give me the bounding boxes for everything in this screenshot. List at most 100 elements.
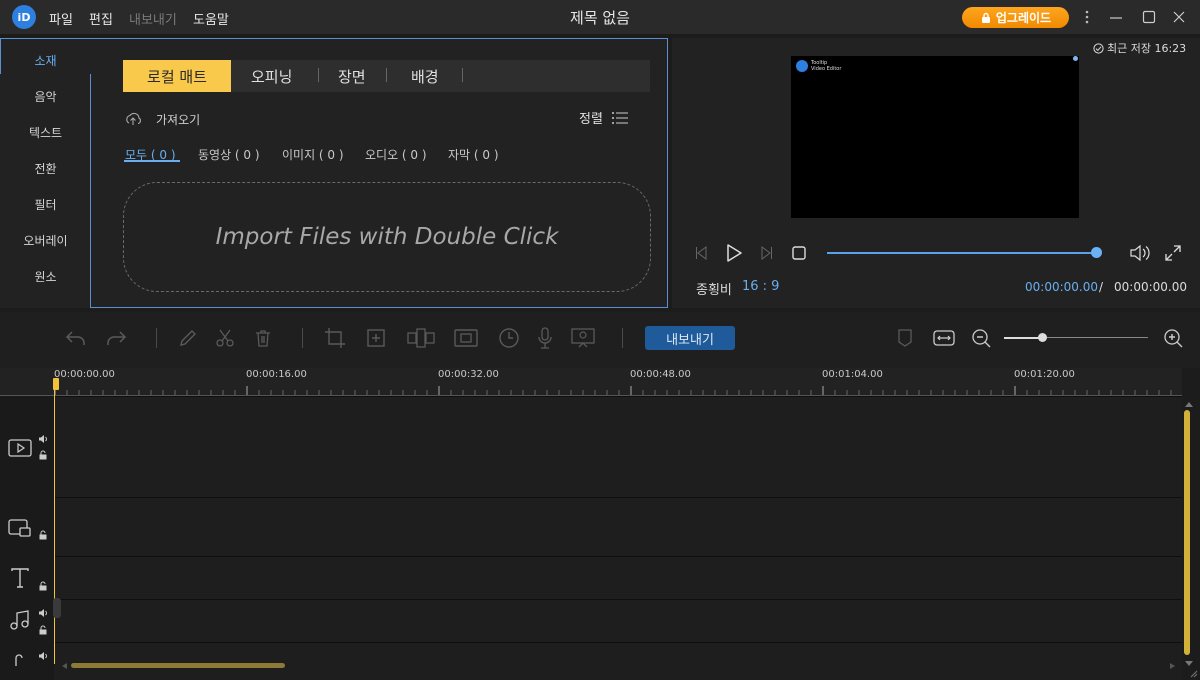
crop-icon[interactable]: [323, 326, 347, 350]
pip-track-icon: [8, 516, 32, 540]
import-button[interactable]: 가져오기: [124, 110, 200, 128]
zoom-frame-icon[interactable]: [364, 326, 388, 350]
screen-resize-handle[interactable]: [1073, 56, 1078, 61]
preview-screen[interactable]: [791, 56, 1079, 218]
overlay-track[interactable]: [0, 497, 1182, 556]
seek-knob[interactable]: [1091, 247, 1102, 258]
horizontal-scrollbar[interactable]: [71, 663, 285, 668]
watermark-text: Tooltip Video Editor: [811, 60, 841, 72]
side-tab-element[interactable]: 원소: [0, 268, 91, 285]
next-frame-icon[interactable]: [756, 243, 776, 263]
marker-icon[interactable]: [893, 326, 917, 350]
aspect-ratio-value[interactable]: 16 : 9: [742, 279, 779, 294]
minimize-icon[interactable]: [1107, 8, 1125, 26]
ruler-label: 00:01:04.00: [822, 369, 883, 380]
speaker-icon[interactable]: [38, 651, 48, 661]
seek-bar[interactable]: [827, 252, 1097, 254]
scroll-right-arrow-icon[interactable]: [1169, 662, 1177, 670]
total-time: 00:00:00.00: [1114, 280, 1187, 294]
import-dropzone[interactable]: Import Files with Double Click: [123, 182, 651, 292]
toolbar-divider: [622, 328, 623, 348]
fullscreen-icon[interactable]: [1163, 243, 1183, 263]
tab-opening[interactable]: 오피닝: [251, 66, 292, 87]
text-track-icon: [8, 566, 32, 590]
tab-divider: [462, 68, 463, 82]
unlock-icon[interactable]: [38, 625, 48, 635]
more-options-icon[interactable]: [1078, 8, 1096, 26]
side-tab-filter[interactable]: 필터: [0, 196, 91, 213]
current-time: 00:00:00.00: [1025, 280, 1098, 294]
ruler-label: 00:00:16.00: [246, 369, 307, 380]
scroll-up-arrow-icon[interactable]: [1184, 400, 1194, 408]
undo-icon[interactable]: [64, 326, 88, 350]
unlock-icon[interactable]: [38, 581, 48, 591]
tab-divider: [318, 68, 319, 82]
unlock-icon[interactable]: [38, 530, 48, 540]
scroll-down-arrow-icon[interactable]: [1184, 660, 1194, 668]
lock-icon: [980, 12, 992, 24]
audio-track[interactable]: [0, 642, 1182, 680]
sort-label: 정렬: [579, 112, 603, 127]
tab-background[interactable]: 배경: [411, 66, 439, 87]
mosaic-icon[interactable]: [406, 326, 436, 350]
side-tab-music[interactable]: 음악: [0, 88, 91, 105]
zoom-in-icon[interactable]: [1161, 326, 1185, 350]
sort-list-icon: [611, 111, 629, 125]
filter-image[interactable]: 이미지 ( 0 ): [282, 146, 344, 163]
scroll-left-arrow-icon[interactable]: [60, 662, 68, 670]
ruler-label: 00:00:48.00: [630, 369, 691, 380]
music-track[interactable]: [0, 599, 1182, 642]
filter-active-underline: [124, 160, 180, 162]
export-button[interactable]: 내보내기: [645, 326, 735, 350]
tab-local-matte[interactable]: 로컬 매트: [123, 60, 231, 92]
freeze-frame-icon[interactable]: [454, 326, 478, 350]
watermark-line2: Video Editor: [811, 66, 842, 72]
side-tab-media[interactable]: 소재: [0, 52, 91, 69]
zoom-out-icon[interactable]: [969, 326, 993, 350]
save-status-text: 최근 저장 16:23: [1107, 42, 1187, 55]
trash-icon[interactable]: [251, 326, 275, 350]
fit-timeline-icon[interactable]: [932, 326, 956, 350]
side-tab-transition[interactable]: 전환: [0, 160, 91, 177]
stop-icon[interactable]: [789, 243, 809, 263]
playhead-handle[interactable]: [53, 378, 59, 390]
side-tab-overlay[interactable]: 오버레이: [0, 232, 91, 249]
filter-audio[interactable]: 오디오 ( 0 ): [365, 146, 427, 163]
playhead-line[interactable]: [54, 388, 55, 664]
volume-icon[interactable]: [1128, 243, 1152, 263]
text-track[interactable]: [0, 556, 1182, 599]
video-track[interactable]: [0, 396, 1182, 497]
redo-icon[interactable]: [104, 326, 128, 350]
ruler-label: 00:01:20.00: [1014, 369, 1075, 380]
unlock-icon[interactable]: [38, 450, 48, 460]
speaker-icon[interactable]: [38, 434, 48, 444]
dropzone-text: Import Files with Double Click: [215, 224, 559, 250]
filter-video[interactable]: 동영상 ( 0 ): [198, 146, 260, 163]
prev-frame-icon[interactable]: [692, 243, 712, 263]
save-status: 최근 저장 16:23: [1093, 40, 1186, 56]
track-resize-handle[interactable]: [53, 598, 61, 618]
screen-record-icon[interactable]: [571, 326, 595, 350]
edit-pencil-icon[interactable]: [176, 326, 200, 350]
speaker-icon[interactable]: [38, 608, 48, 618]
speed-clock-icon[interactable]: [497, 326, 521, 350]
zoom-slider-knob[interactable]: [1038, 333, 1047, 342]
sort-button[interactable]: 정렬: [579, 108, 629, 127]
play-icon[interactable]: [724, 243, 744, 263]
audio-track-icon: [8, 652, 32, 666]
filter-subtitle[interactable]: 자막 ( 0 ): [448, 146, 499, 163]
upgrade-button[interactable]: 업그레이드: [962, 7, 1069, 28]
ruler-label: 00:00:00.00: [54, 369, 115, 380]
vertical-scrollbar[interactable]: [1184, 410, 1190, 655]
video-track-icon: [8, 436, 32, 460]
tab-scene[interactable]: 장면: [338, 66, 366, 87]
ruler-ticks: [0, 386, 1182, 396]
microphone-icon[interactable]: [533, 326, 557, 350]
close-icon[interactable]: [1170, 8, 1188, 26]
import-icon: [124, 111, 142, 127]
maximize-icon[interactable]: [1140, 8, 1158, 26]
scissors-icon[interactable]: [213, 326, 237, 350]
side-tab-text[interactable]: 텍스트: [0, 124, 91, 141]
aspect-ratio-label: 종횡비: [696, 283, 732, 298]
resize-grip-icon[interactable]: [1188, 668, 1198, 678]
